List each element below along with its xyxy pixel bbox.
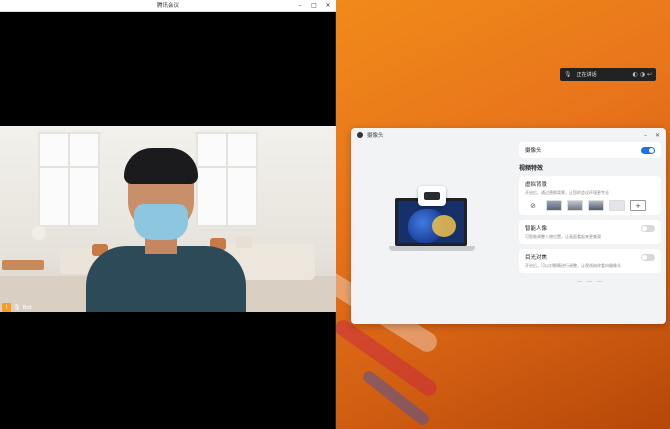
virtual-bg-label: 虚拟背景 bbox=[525, 182, 548, 188]
wallpaper-flower bbox=[432, 215, 456, 237]
section-title: 视频特效 bbox=[519, 165, 544, 172]
auto-framing-card: 智能人像 可智能调整人物位置，让画面看起来更美观 bbox=[519, 220, 661, 244]
avatar-icon: ◐ bbox=[632, 71, 638, 78]
close-button[interactable]: ✕ bbox=[655, 132, 660, 139]
meeting-window: 腾讯会议 – □ ✕ ! 🎙 Bot bbox=[0, 0, 336, 429]
window-controls: – ✕ bbox=[644, 132, 660, 139]
more-indicator: — — — bbox=[576, 278, 604, 285]
virtual-background-card: 虚拟背景 开启后，通过替换背景，让您的会议环境更专业 ⊘ + bbox=[519, 176, 661, 215]
microphone-icon: 🎙 bbox=[13, 304, 21, 311]
background-thumb[interactable] bbox=[588, 200, 604, 211]
speaking-status: 正在讲话 bbox=[576, 72, 597, 78]
eye-contact-toggle[interactable] bbox=[641, 253, 655, 261]
virtual-bg-desc: 开启后，通过替换背景，让您的会议环境更专业 bbox=[525, 190, 609, 195]
maximize-button[interactable]: □ bbox=[310, 1, 318, 10]
add-icon[interactable]: + bbox=[630, 200, 646, 211]
screen: 腾讯会议 – □ ✕ ! 🎙 Bot 🎙 正在讲话 ◐ ◑ ↩ 摄像头 – ✕ … bbox=[0, 0, 670, 429]
meeting-title: 腾讯会议 bbox=[156, 3, 179, 9]
minimize-button[interactable]: – bbox=[296, 1, 304, 10]
camera-window: 摄像头 – ✕ 摄像头 视频特效 虚拟背景 开启后，通过替换背景，让您的会议环境… bbox=[351, 128, 666, 324]
back-icon[interactable]: ↩ bbox=[647, 71, 652, 78]
camera-toggle-card: 摄像头 bbox=[519, 142, 661, 158]
camera-titlebar: 摄像头 – ✕ bbox=[351, 128, 666, 142]
person-hair bbox=[124, 148, 198, 184]
warning-icon: ! bbox=[2, 303, 11, 312]
minimize-button[interactable]: – bbox=[644, 132, 647, 139]
participant-name: Bot bbox=[22, 304, 32, 311]
auto-framing-desc: 可智能调整人物位置，让画面看起来更美观 bbox=[525, 234, 601, 239]
room-lamp bbox=[32, 226, 46, 240]
close-button[interactable]: ✕ bbox=[324, 1, 332, 10]
camera-label: 摄像头 bbox=[525, 148, 542, 154]
eye-contact-card: 目光对焦 开启后，可以对眼睛进行调整，让视线始终看向摄像头 bbox=[519, 249, 661, 273]
auto-framing-toggle[interactable] bbox=[641, 224, 655, 232]
floating-bar-icons: ◐ ◑ ↩ bbox=[632, 71, 652, 78]
eye-contact-desc: 开启后，可以对眼睛进行调整，让视线始终看向摄像头 bbox=[525, 263, 621, 268]
background-thumb[interactable] bbox=[546, 200, 562, 211]
auto-framing-label: 智能人像 bbox=[525, 226, 548, 232]
background-thumb[interactable] bbox=[609, 200, 625, 211]
pillow bbox=[236, 236, 252, 248]
app-icon bbox=[357, 132, 363, 138]
camera-window-title: 摄像头 bbox=[367, 133, 384, 139]
background-options: ⊘ + bbox=[525, 200, 655, 211]
avatar-icon: ◑ bbox=[639, 71, 645, 78]
microphone-icon[interactable]: 🎙 bbox=[564, 71, 572, 78]
window-controls: – □ ✕ bbox=[296, 1, 332, 10]
webcam-icon bbox=[418, 186, 446, 206]
meeting-titlebar: 腾讯会议 – □ ✕ bbox=[0, 0, 336, 12]
eye-contact-label: 目光对焦 bbox=[525, 255, 548, 261]
laptop-base bbox=[389, 246, 475, 251]
no-background-icon[interactable]: ⊘ bbox=[525, 200, 541, 211]
person-shirt bbox=[86, 246, 246, 312]
participant-video[interactable] bbox=[0, 126, 336, 312]
room-window-right bbox=[196, 132, 258, 227]
laptop-illustration bbox=[389, 186, 475, 266]
floating-meeting-bar[interactable]: 🎙 正在讲话 ◐ ◑ ↩ bbox=[560, 68, 656, 81]
camera-toggle[interactable] bbox=[641, 146, 655, 154]
room-window-left bbox=[38, 132, 100, 227]
background-thumb[interactable] bbox=[567, 200, 583, 211]
person-mask bbox=[134, 204, 188, 240]
participant-name-tag: ! 🎙 Bot bbox=[2, 303, 32, 312]
side-table bbox=[2, 260, 44, 270]
settings-panel: 摄像头 视频特效 虚拟背景 开启后，通过替换背景，让您的会议环境更专业 ⊘ + bbox=[519, 142, 661, 324]
